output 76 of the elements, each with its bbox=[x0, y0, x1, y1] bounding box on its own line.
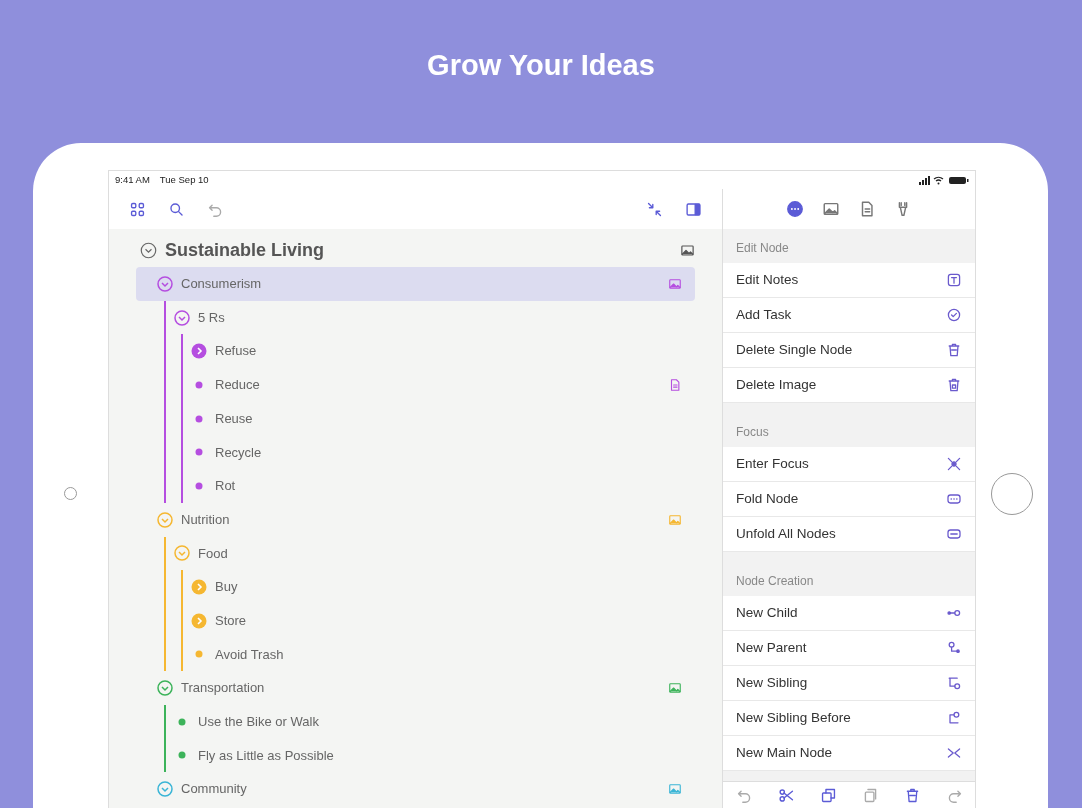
node-label: Reuse bbox=[215, 409, 253, 428]
outline-row[interactable]: Transportation bbox=[157, 671, 695, 705]
ellipsis-box-icon bbox=[946, 491, 962, 507]
sibling-node-icon bbox=[946, 675, 962, 691]
node-label: Store bbox=[215, 611, 247, 630]
trash-icon bbox=[946, 377, 962, 393]
chevron-circle-icon[interactable] bbox=[174, 309, 190, 326]
more-icon[interactable] bbox=[786, 200, 804, 218]
node-label: Refuse bbox=[215, 342, 257, 361]
outline-row[interactable]: Avoid Trash bbox=[191, 637, 695, 672]
image-icon[interactable] bbox=[822, 200, 840, 218]
node-label: Use the Bike or Walk bbox=[198, 713, 319, 732]
menu-item[interactable]: Add Task bbox=[723, 298, 975, 333]
node-label: Buy bbox=[215, 578, 238, 597]
collapse-icon[interactable] bbox=[646, 200, 663, 218]
menu-item[interactable]: New Sibling bbox=[723, 666, 975, 701]
outline-row[interactable]: Store bbox=[191, 603, 695, 638]
node-label: Consumerism bbox=[181, 275, 262, 294]
node-label: Rot bbox=[215, 477, 236, 496]
node-label: Recycle bbox=[215, 443, 262, 462]
image-icon[interactable] bbox=[668, 276, 682, 291]
search-icon[interactable] bbox=[168, 200, 185, 218]
node-label: Food bbox=[198, 544, 228, 563]
outline-row[interactable]: Rot bbox=[191, 469, 695, 503]
outline-row[interactable]: Recycle bbox=[191, 435, 695, 470]
node-label: Nutrition bbox=[181, 510, 230, 529]
chevron-circle-icon[interactable] bbox=[157, 781, 173, 798]
grid-icon[interactable] bbox=[129, 200, 146, 218]
sibling-node-icon bbox=[946, 710, 962, 726]
menu-item[interactable]: Unfold All Nodes bbox=[723, 517, 975, 552]
focus-icon bbox=[946, 456, 962, 472]
parent-node-icon bbox=[946, 640, 962, 656]
outline-row[interactable]: Food bbox=[174, 536, 695, 571]
check-circle-icon bbox=[946, 307, 962, 323]
node-label: Community bbox=[181, 780, 247, 799]
outline-row[interactable]: Reduce bbox=[191, 368, 695, 402]
outline-row[interactable]: 5 Rs bbox=[174, 300, 695, 335]
scissors-icon[interactable] bbox=[777, 786, 795, 804]
trash-icon bbox=[946, 342, 962, 358]
chevron-circle-icon[interactable] bbox=[140, 241, 157, 259]
box-icon bbox=[946, 526, 962, 542]
outline-row[interactable]: Reuse bbox=[191, 401, 695, 436]
status-date: Tue Sep 10 bbox=[159, 172, 209, 187]
status-icons-drawing bbox=[919, 175, 969, 185]
node-label: Transportation bbox=[181, 679, 265, 698]
document-icon[interactable] bbox=[668, 377, 682, 392]
outline-row[interactable]: Buy bbox=[191, 570, 695, 604]
sidebar-icon[interactable] bbox=[685, 200, 702, 218]
menu-item[interactable]: New Parent bbox=[723, 631, 975, 666]
menu-item[interactable]: Edit Notes bbox=[723, 263, 975, 298]
menu-item[interactable]: New Sibling Before bbox=[723, 701, 975, 736]
image-icon[interactable] bbox=[680, 242, 695, 258]
chevron-circle-icon[interactable] bbox=[191, 343, 207, 360]
status-time: 9:41 AM bbox=[115, 172, 150, 187]
outline-row[interactable]: Refuse bbox=[191, 334, 695, 369]
outline-title: Sustainable Living bbox=[165, 238, 325, 262]
menu-item[interactable]: New Child bbox=[723, 596, 975, 631]
node-label: 5 Rs bbox=[198, 308, 225, 327]
outline-row[interactable]: Use the Bike or Walk bbox=[174, 704, 695, 739]
node-label: Avoid Trash bbox=[215, 645, 284, 664]
chevron-circle-icon[interactable] bbox=[157, 680, 173, 697]
chevron-circle-icon[interactable] bbox=[157, 275, 173, 292]
notes-icon bbox=[946, 272, 962, 288]
headline: Grow Your Ideas bbox=[426, 48, 656, 83]
node-label: Fly as Little as Possible bbox=[198, 746, 334, 765]
outline-row[interactable]: Fly as Little as Possible bbox=[174, 738, 695, 773]
menu-item[interactable]: Delete Image bbox=[723, 368, 975, 403]
menu-item[interactable]: New Main Node bbox=[723, 736, 975, 771]
node-label: Reduce bbox=[215, 376, 260, 395]
menu-item[interactable]: Enter Focus bbox=[723, 447, 975, 482]
main-node-icon bbox=[946, 745, 962, 761]
outline-row[interactable]: Consumerism bbox=[136, 267, 695, 301]
menu-item[interactable]: Delete Single Node bbox=[723, 333, 975, 368]
menu-item[interactable]: Fold Node bbox=[723, 482, 975, 517]
outline-row[interactable]: Community bbox=[157, 772, 695, 806]
copy-icon[interactable] bbox=[819, 786, 837, 804]
